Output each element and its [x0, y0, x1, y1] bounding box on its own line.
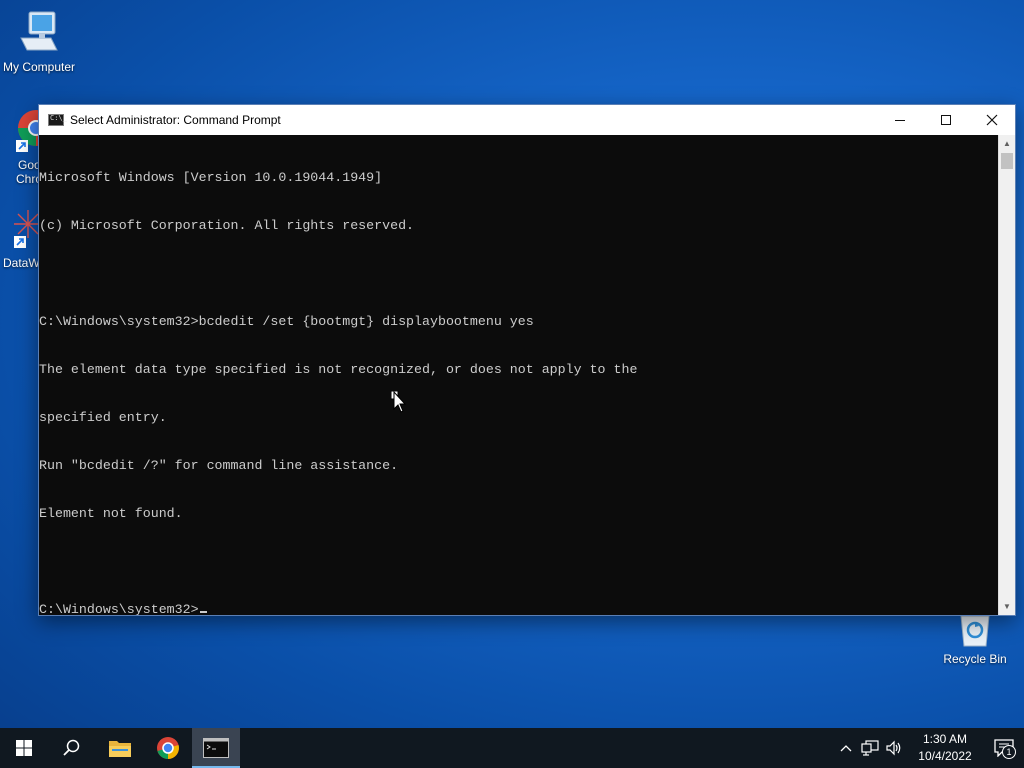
clock-time: 1:30 AM [922, 732, 968, 746]
action-center-button[interactable]: 1 [984, 728, 1024, 768]
window-title: Select Administrator: Command Prompt [70, 113, 281, 127]
desktop-icon-my-computer[interactable]: My Computer [0, 8, 80, 74]
mouse-pointer-icon [391, 391, 407, 413]
search-button[interactable] [48, 728, 96, 768]
volume-button[interactable] [882, 728, 906, 768]
taskbar: 1:30 AM 10/4/2022 1 [0, 728, 1024, 768]
start-button[interactable] [0, 728, 48, 768]
cmd-icon [203, 738, 229, 758]
scroll-down-button[interactable]: ▼ [999, 598, 1015, 615]
chevron-up-icon [840, 745, 852, 752]
datawrapper-icon [14, 210, 42, 248]
maximize-icon [941, 115, 951, 125]
console-line: (c) Microsoft Corporation. All rights re… [39, 218, 415, 233]
windows-icon [16, 740, 32, 756]
search-icon [63, 739, 80, 756]
desktop-icon-label: DataW [3, 256, 40, 270]
clock-date: 10/4/2022 [918, 749, 972, 763]
command-prompt-button[interactable] [192, 728, 240, 768]
desktop-icon-datawrapper[interactable]: DataW [0, 206, 42, 270]
console-prompt-line[interactable]: C:\Windows\system32> [39, 602, 999, 615]
network-icon [861, 740, 879, 756]
console-line: The element data type specified is not r… [39, 362, 638, 377]
chevron-down-icon: ▼ [1003, 602, 1011, 611]
scroll-up-button[interactable]: ▲ [999, 135, 1015, 152]
cmd-icon [48, 114, 67, 126]
chrome-icon [16, 110, 54, 152]
console-prompt: C:\Windows\system32> [39, 602, 199, 615]
close-button[interactable] [969, 105, 1015, 135]
vertical-scrollbar[interactable]: ▲ ▼ [998, 135, 1015, 615]
desktop-icon-chrome[interactable]: Goo Chro [0, 108, 54, 186]
text-cursor [199, 611, 207, 613]
speaker-icon [886, 740, 901, 756]
notification-count-badge: 1 [1002, 745, 1016, 759]
close-icon [986, 114, 998, 126]
console-output[interactable]: Microsoft Windows [Version 10.0.19044.19… [39, 135, 999, 615]
desktop-icon-label: Recycle Bin [943, 652, 1007, 666]
console-line: Run "bcdedit /?" for command line assist… [39, 458, 399, 473]
minimize-button[interactable] [877, 105, 923, 135]
maximize-button[interactable] [923, 105, 969, 135]
recycle-bin-icon [960, 615, 990, 647]
desktop-icon-label: My Computer [2, 60, 76, 74]
network-button[interactable] [858, 728, 882, 768]
minimize-icon [895, 119, 905, 121]
scrollbar-thumb[interactable] [1001, 153, 1013, 169]
show-hidden-icons-button[interactable] [834, 728, 858, 768]
system-tray: 1:30 AM 10/4/2022 1 [834, 728, 1024, 768]
console-line: Microsoft Windows [Version 10.0.19044.19… [39, 170, 383, 185]
file-explorer-button[interactable] [96, 728, 144, 768]
console-line: specified entry. [39, 410, 167, 425]
chevron-up-icon: ▲ [1003, 139, 1011, 148]
chrome-button[interactable] [144, 728, 192, 768]
window-titlebar[interactable]: Select Administrator: Command Prompt [39, 105, 1015, 135]
computer-icon [20, 11, 58, 51]
console-line: C:\Windows\system32>bcdedit /set {bootmg… [39, 314, 534, 329]
folder-icon [109, 741, 131, 757]
chrome-icon [157, 737, 179, 759]
command-prompt-window[interactable]: Select Administrator: Command Prompt Mic… [38, 104, 1016, 616]
console-line: Element not found. [39, 506, 183, 521]
desktop-icon-recycle-bin[interactable]: Recycle Bin [934, 612, 1016, 666]
taskbar-clock[interactable]: 1:30 AM 10/4/2022 [906, 731, 984, 765]
